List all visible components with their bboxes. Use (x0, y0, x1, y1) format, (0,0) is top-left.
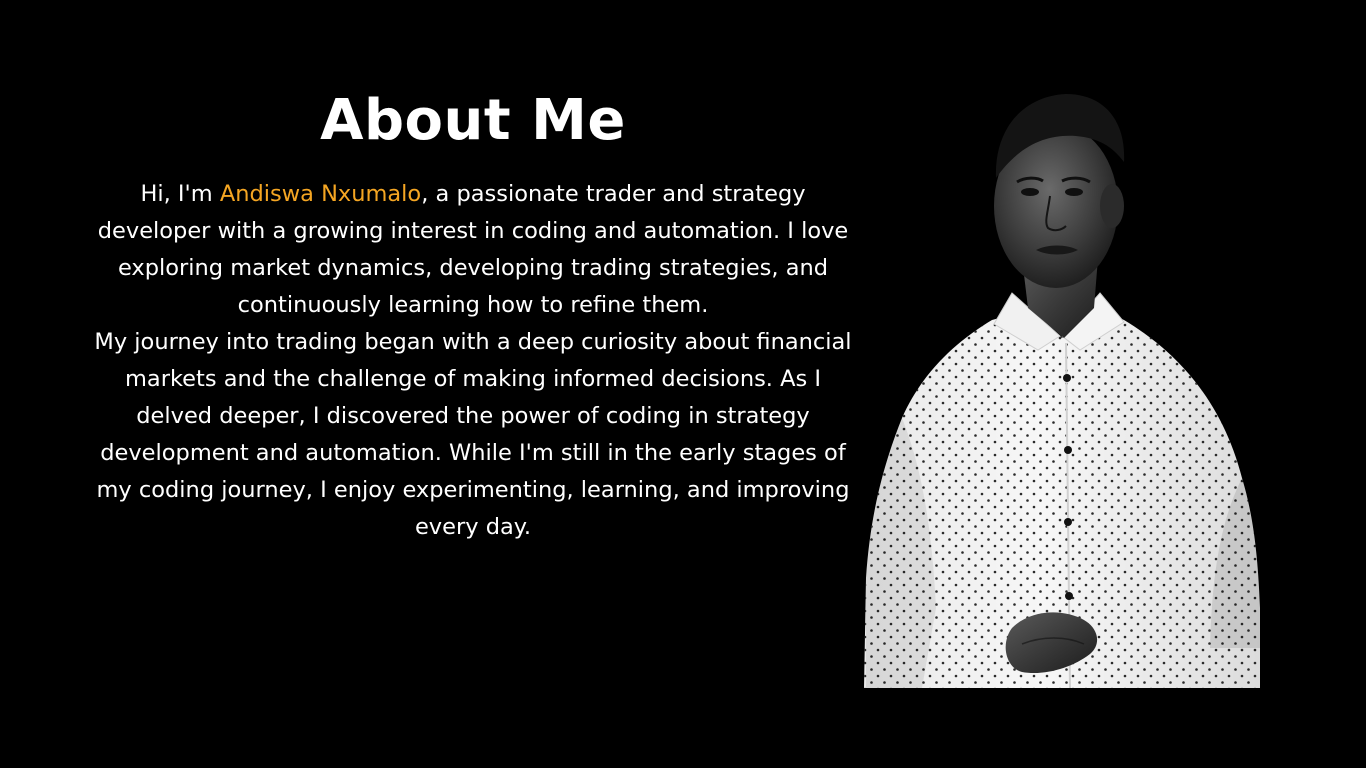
about-section: About Me Hi, I'm Andiswa Nxumalo, a pass… (0, 0, 1366, 768)
about-text-column: About Me Hi, I'm Andiswa Nxumalo, a pass… (90, 84, 856, 546)
author-name: Andiswa Nxumalo (219, 181, 422, 207)
bio-text: Hi, I'm Andiswa Nxumalo, a passionate tr… (90, 176, 856, 546)
bio-intro-prefix: Hi, I'm (140, 181, 220, 207)
person-portrait-icon (864, 94, 1260, 688)
portrait-photo (862, 88, 1266, 688)
bio-paragraph-2: My journey into trading began with a dee… (94, 329, 852, 540)
page-title: About Me (320, 88, 626, 153)
bio-paragraph-1: Hi, I'm Andiswa Nxumalo, a passionate tr… (90, 176, 856, 324)
